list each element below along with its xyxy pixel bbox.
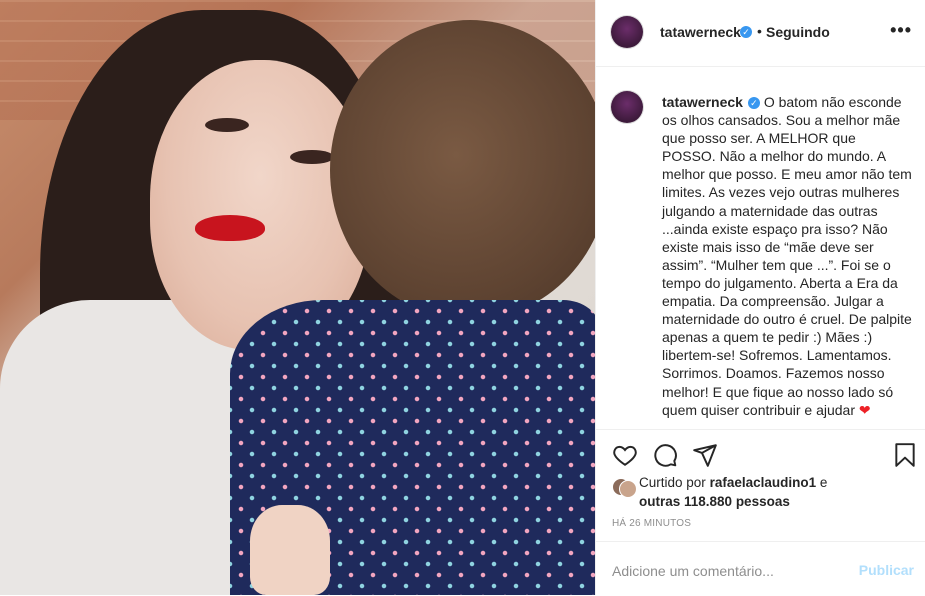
likes-prefix: Curtido por bbox=[639, 475, 706, 490]
likes-others-link[interactable]: outras 118.880 pessoas bbox=[639, 494, 790, 509]
comment-icon[interactable] bbox=[652, 442, 678, 468]
liked-by-username[interactable]: rafaelaclaudino1 bbox=[710, 475, 817, 490]
post-timestamp[interactable]: HÁ 26 MINUTOS bbox=[612, 518, 691, 529]
likes-summary: Curtido por rafaelaclaudino1 e outras 11… bbox=[639, 474, 899, 511]
caption-area: tatawerneck ✓ O batom não esconde os olho… bbox=[596, 67, 925, 429]
like-icon[interactable] bbox=[612, 442, 638, 468]
post-side-panel: tatawerneck ✓ • Seguindo ••• tatawerneck… bbox=[595, 0, 925, 595]
caption-verified-badge-icon: ✓ bbox=[747, 97, 760, 110]
photo-baby-head bbox=[330, 20, 595, 320]
action-bar bbox=[596, 429, 925, 480]
photo-hand bbox=[250, 505, 330, 595]
publish-button[interactable]: Publicar bbox=[859, 562, 914, 578]
comment-bar: Publicar bbox=[596, 541, 925, 596]
author-avatar[interactable] bbox=[611, 16, 643, 48]
separator-dot: • bbox=[757, 23, 762, 39]
share-icon[interactable] bbox=[692, 442, 718, 468]
post-header: tatawerneck ✓ • Seguindo ••• bbox=[596, 0, 925, 67]
verified-badge-icon: ✓ bbox=[740, 26, 752, 38]
likes-joiner: e bbox=[819, 475, 828, 490]
post-photo[interactable] bbox=[0, 0, 595, 595]
following-button[interactable]: Seguindo bbox=[766, 24, 830, 40]
post-caption: tatawerneck ✓ O batom não esconde os olho… bbox=[662, 93, 912, 419]
liker-avatars[interactable] bbox=[612, 478, 637, 498]
more-options-icon[interactable]: ••• bbox=[890, 20, 912, 41]
caption-text: O batom não esconde os olhos cansados. S… bbox=[662, 94, 916, 418]
author-username[interactable]: tatawerneck bbox=[660, 24, 741, 40]
save-bookmark-icon[interactable] bbox=[892, 442, 918, 468]
photo-eye-right bbox=[290, 150, 334, 164]
photo-lips bbox=[195, 215, 265, 241]
caption-author-avatar[interactable] bbox=[611, 91, 643, 123]
heart-emoji-icon: ❤ bbox=[858, 401, 871, 418]
liker-avatar bbox=[619, 480, 637, 498]
photo-eye-left bbox=[205, 118, 249, 132]
caption-author-username[interactable]: tatawerneck bbox=[662, 94, 743, 110]
comment-input[interactable] bbox=[610, 560, 834, 582]
